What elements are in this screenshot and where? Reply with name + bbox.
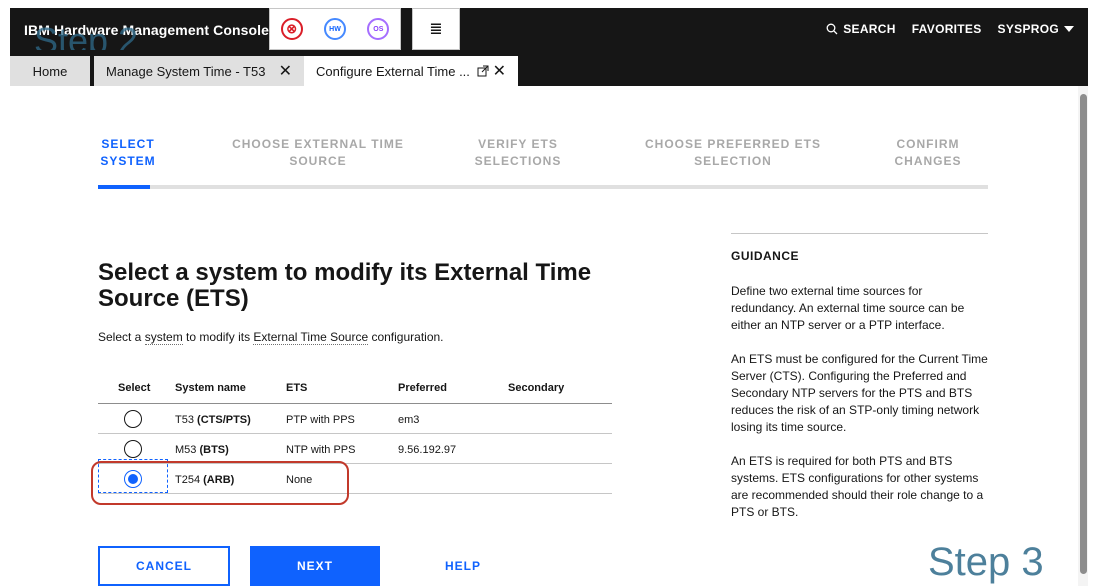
tab-label: Manage System Time - T53 (106, 63, 266, 79)
guidance-paragraph: An ETS is required for both PTS and BTS … (731, 454, 984, 519)
select-radio[interactable] (124, 440, 142, 458)
guidance-title: GUIDANCE (731, 249, 800, 263)
step-3-annotation: Step 3 (928, 540, 1044, 584)
step-label: SELECT (101, 137, 155, 151)
task-list-icon[interactable]: ≣ (429, 19, 442, 39)
user-menu[interactable]: SYSPROG (998, 22, 1074, 36)
step-label: CHANGES (894, 154, 962, 168)
hardware-status-icon[interactable]: HW (323, 18, 346, 40)
step-label: SELECTION (694, 154, 772, 168)
page-subtitle: Select a system to modify its External T… (98, 330, 444, 345)
subtitle-text: Select a (98, 330, 145, 344)
progress-step-confirm[interactable]: CONFIRM CHANGES (878, 136, 978, 170)
column-header-preferred: Preferred (398, 382, 447, 394)
os-status-icon[interactable]: OS (367, 18, 390, 40)
search-link[interactable]: SEARCH (826, 22, 895, 36)
step-label: SOURCE (289, 154, 347, 168)
progress-track (98, 185, 988, 189)
guidance-panel: GUIDANCE Define two external time source… (731, 233, 988, 538)
scrollbar-thumb[interactable] (1080, 94, 1087, 574)
progress-step-select-system[interactable]: SELECT SYSTEM (98, 136, 158, 170)
search-icon (826, 23, 838, 35)
guidance-paragraph: Define two external time sources for red… (731, 284, 965, 332)
tab-home[interactable]: Home (10, 56, 90, 86)
subtitle-text: configuration. (368, 330, 444, 344)
close-icon[interactable]: ✕ (493, 61, 506, 81)
step-label: SYSTEM (100, 154, 156, 168)
preferred-cell: em3 (398, 414, 420, 426)
cancel-button[interactable]: CANCEL (98, 546, 230, 586)
step-label: CHOOSE EXTERNAL TIME (232, 137, 404, 151)
ets-term-link[interactable]: External Time Source (253, 330, 369, 345)
guidance-paragraph: An ETS must be configured for the Curren… (731, 352, 988, 434)
preferred-cell: 9.56.192.97 (398, 444, 457, 456)
table-header-row: Select System name ETS Preferred Seconda… (98, 372, 612, 404)
step-label: CHOOSE PREFERRED ETS (644, 137, 822, 151)
top-header: IBM Hardware Management Console Step 2 ⊗… (10, 8, 1088, 61)
system-name-cell: T53 (CTS/PTS) (175, 414, 251, 426)
system-role: (CTS/PTS) (197, 414, 251, 426)
column-header-secondary: Secondary (508, 382, 565, 394)
next-button[interactable]: NEXT (250, 546, 380, 586)
step-label: SELECTIONS (474, 154, 562, 168)
ets-cell: PTP with PPS (286, 414, 355, 426)
page-title: Select a system to modify its External T… (98, 259, 592, 312)
step-label: CONFIRM (896, 137, 960, 151)
task-list-toolbar: ≣ (412, 8, 460, 50)
error-status-icon[interactable]: ⊗ (280, 18, 303, 40)
column-header-system-name: System name (175, 382, 246, 394)
system-name: T53 (175, 414, 194, 426)
favorites-link[interactable]: FAVORITES (912, 22, 982, 36)
tab-configure-ets[interactable]: Configure External Time ... ✕ (304, 56, 518, 86)
progress-step-preferred-ets[interactable]: CHOOSE PREFERRED ETS SELECTION (643, 136, 823, 170)
status-toolbar: ⊗ HW OS (269, 8, 401, 50)
system-name: M53 (175, 444, 197, 456)
select-radio[interactable] (124, 410, 142, 428)
tab-manage-system-time[interactable]: Manage System Time - T53 ✕ (94, 56, 304, 86)
close-icon[interactable]: ✕ (279, 61, 292, 81)
table-row[interactable]: M53 (BTS) NTP with PPS 9.56.192.97 (98, 434, 612, 464)
selected-row-callout (91, 461, 349, 505)
subtitle-text: to modify its (182, 330, 254, 344)
table-row[interactable]: T53 (CTS/PTS) PTP with PPS em3 (98, 404, 612, 434)
step-label: VERIFY ETS (478, 137, 558, 151)
progress-step-choose-ets[interactable]: CHOOSE EXTERNAL TIME SOURCE (228, 136, 408, 170)
help-button[interactable]: HELP (398, 546, 528, 586)
system-role: (BTS) (199, 444, 229, 456)
system-name-cell: M53 (BTS) (175, 444, 229, 456)
search-label: SEARCH (843, 22, 896, 36)
column-header-select: Select (118, 382, 151, 394)
header-actions: SEARCH FAVORITES SYSPROG (826, 22, 1074, 36)
progress-step-verify-ets[interactable]: VERIFY ETS SELECTIONS (458, 136, 578, 170)
ets-cell: NTP with PPS (286, 444, 356, 456)
column-header-ets: ETS (286, 382, 308, 394)
tab-bar: Home Manage System Time - T53 ✕ Configur… (10, 50, 1088, 86)
caret-down-icon (1064, 26, 1074, 32)
user-label: SYSPROG (997, 22, 1059, 36)
pop-out-icon[interactable] (477, 65, 489, 77)
favorites-label: FAVORITES (911, 22, 982, 36)
tab-label: Configure External Time ... (316, 63, 470, 79)
system-term-link[interactable]: system (144, 330, 183, 345)
progress-fill (98, 185, 150, 189)
tab-label: Home (32, 63, 68, 79)
